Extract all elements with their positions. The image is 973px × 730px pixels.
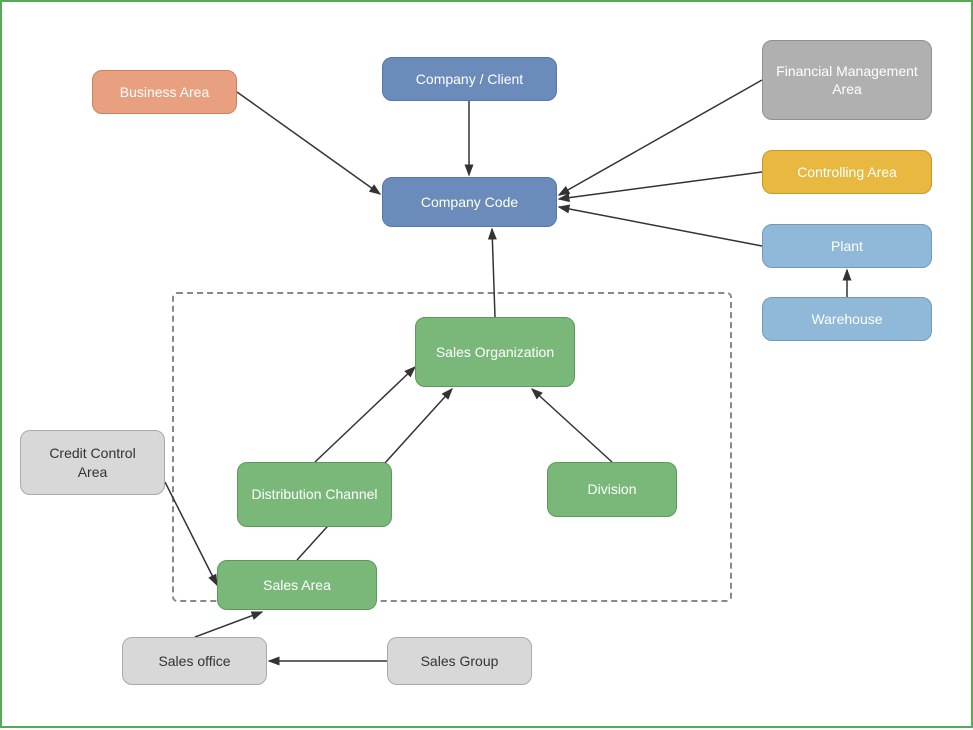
node-business-area: Business Area xyxy=(92,70,237,114)
node-company-client: Company / Client xyxy=(382,57,557,101)
node-financial-mgmt: Financial Management Area xyxy=(762,40,932,120)
node-sales-group: Sales Group xyxy=(387,637,532,685)
node-distribution-channel: Distribution Channel xyxy=(237,462,392,527)
node-warehouse: Warehouse xyxy=(762,297,932,341)
node-sales-office: Sales office xyxy=(122,637,267,685)
diagram-container: Company / Client Company Code Business A… xyxy=(0,0,973,728)
node-company-code: Company Code xyxy=(382,177,557,227)
node-sales-area: Sales Area xyxy=(217,560,377,610)
node-plant: Plant xyxy=(762,224,932,268)
node-credit-control: Credit Control Area xyxy=(20,430,165,495)
node-division: Division xyxy=(547,462,677,517)
node-sales-org: Sales Organization xyxy=(415,317,575,387)
node-controlling-area: Controlling Area xyxy=(762,150,932,194)
